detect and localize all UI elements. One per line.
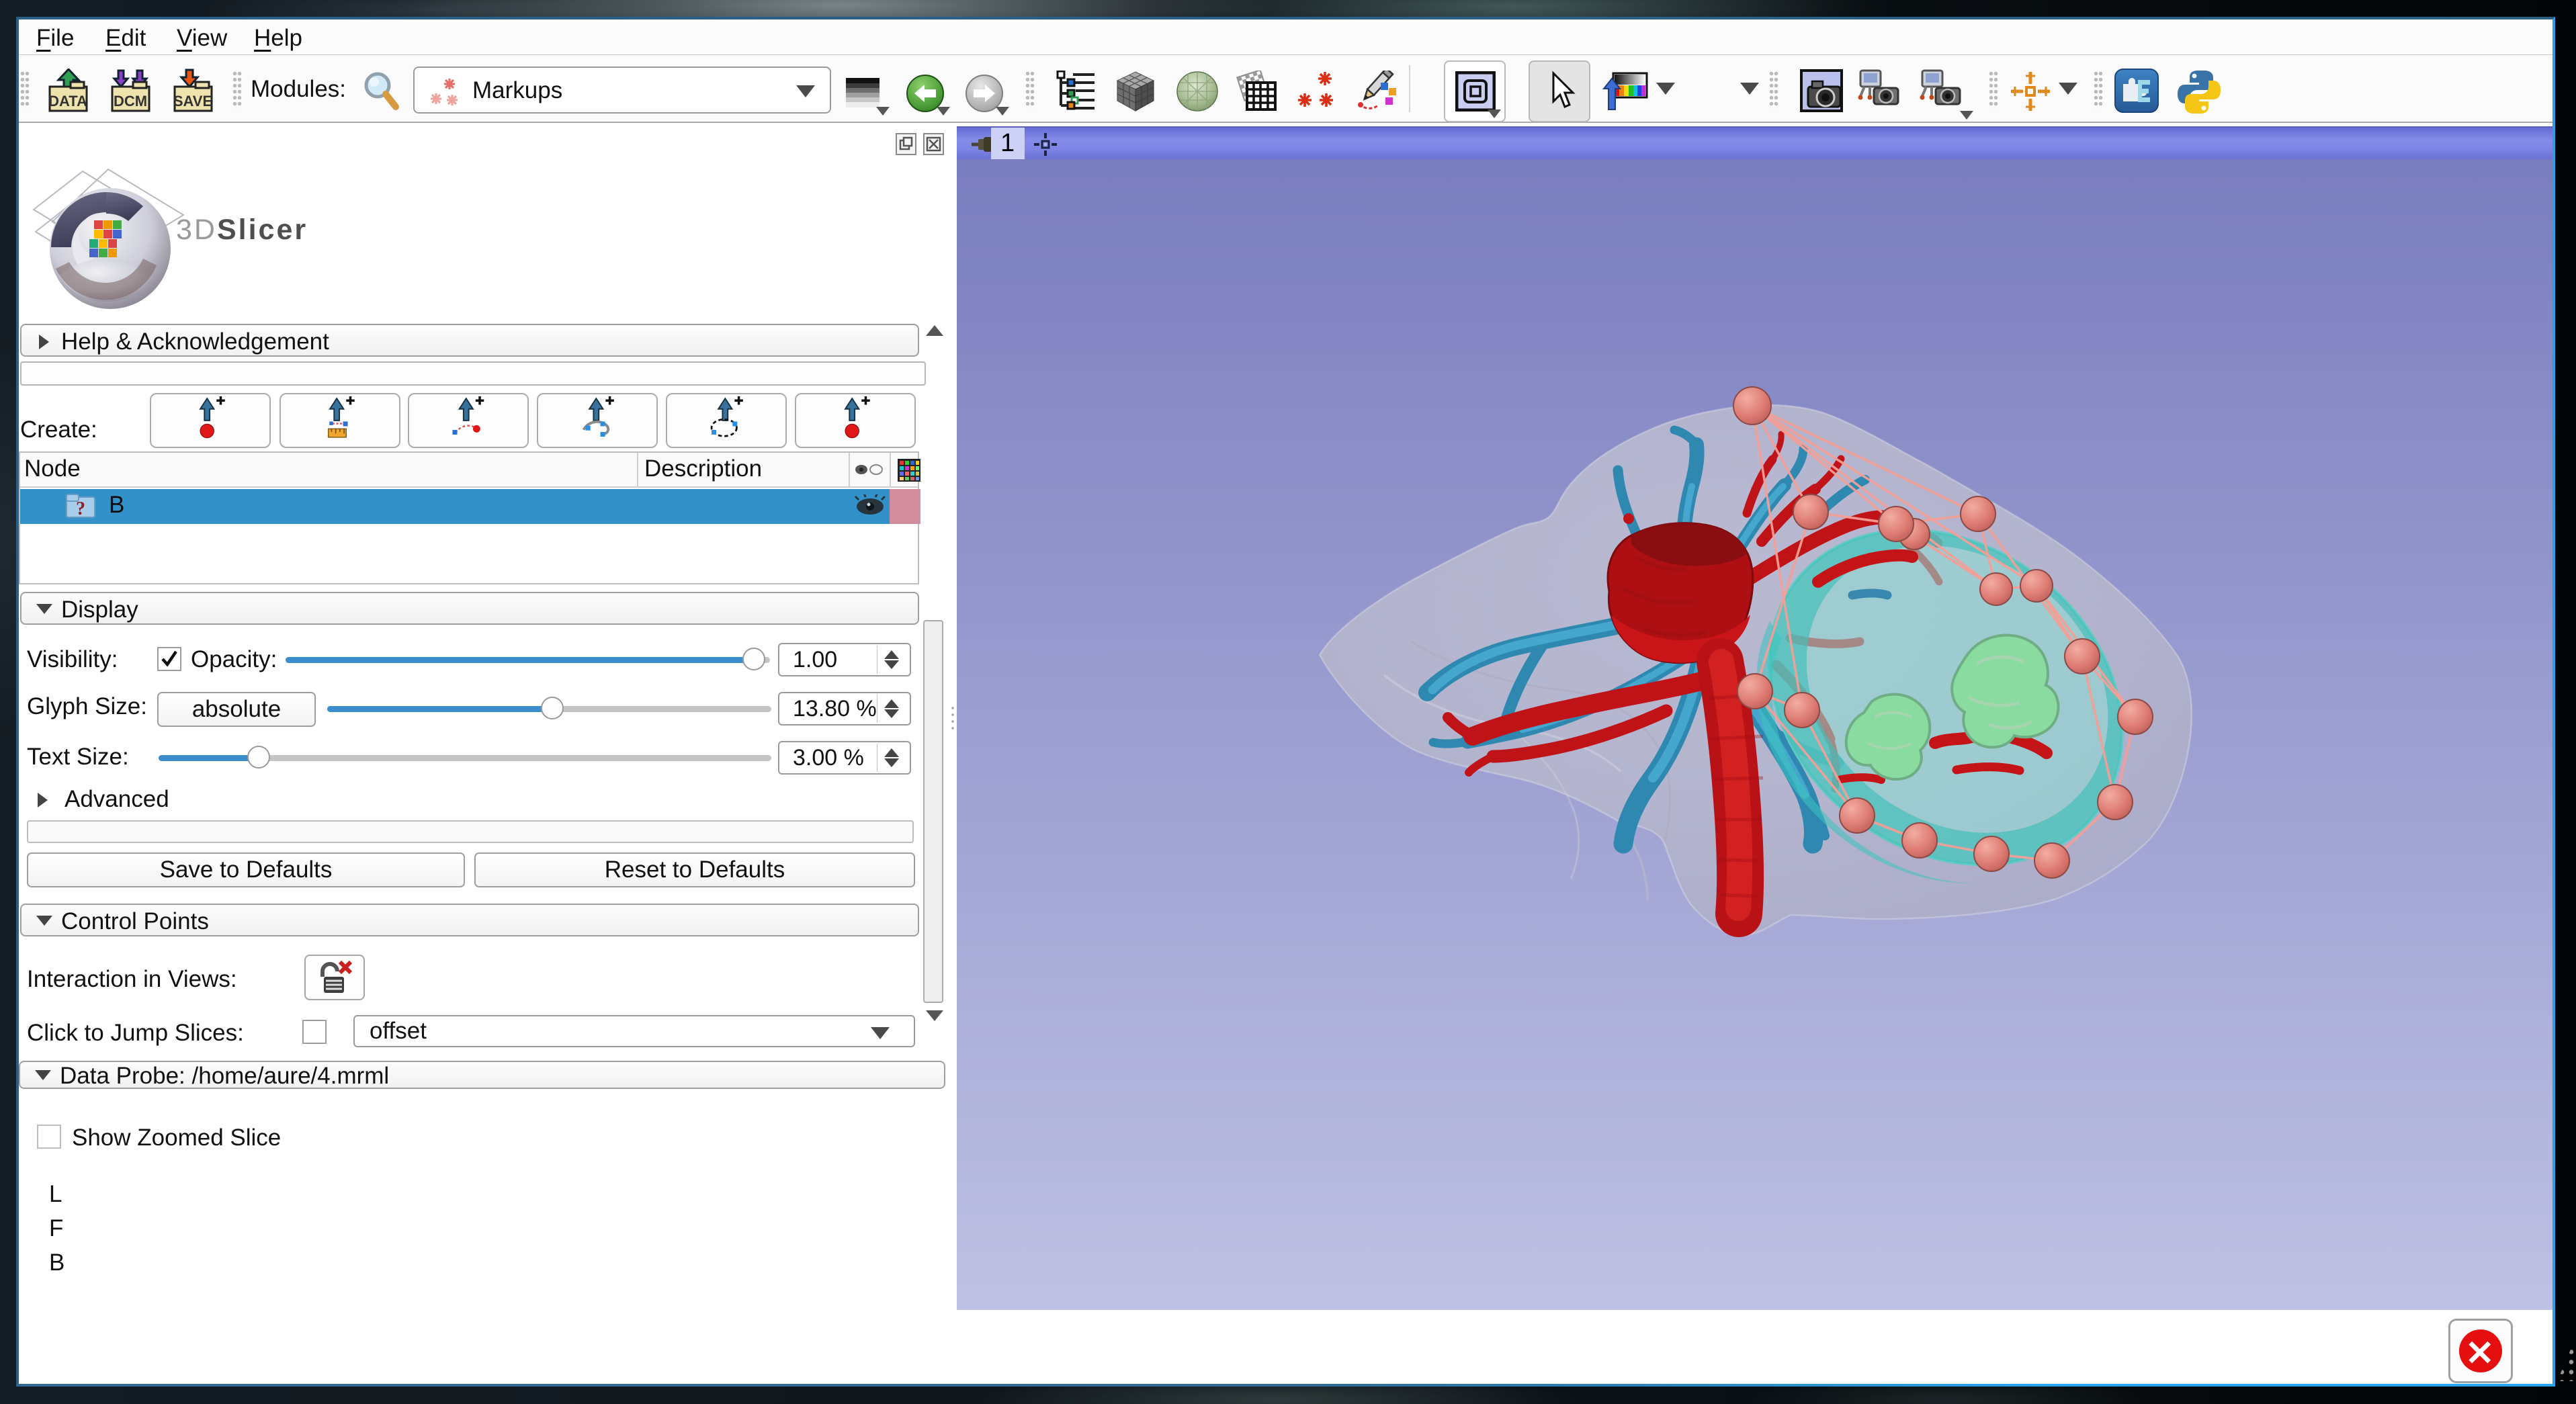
svg-text:DATA: DATA	[48, 93, 87, 109]
svg-text:SAVE: SAVE	[173, 93, 212, 109]
svg-text:?: ?	[76, 498, 85, 519]
svg-text:DCM: DCM	[114, 93, 147, 109]
